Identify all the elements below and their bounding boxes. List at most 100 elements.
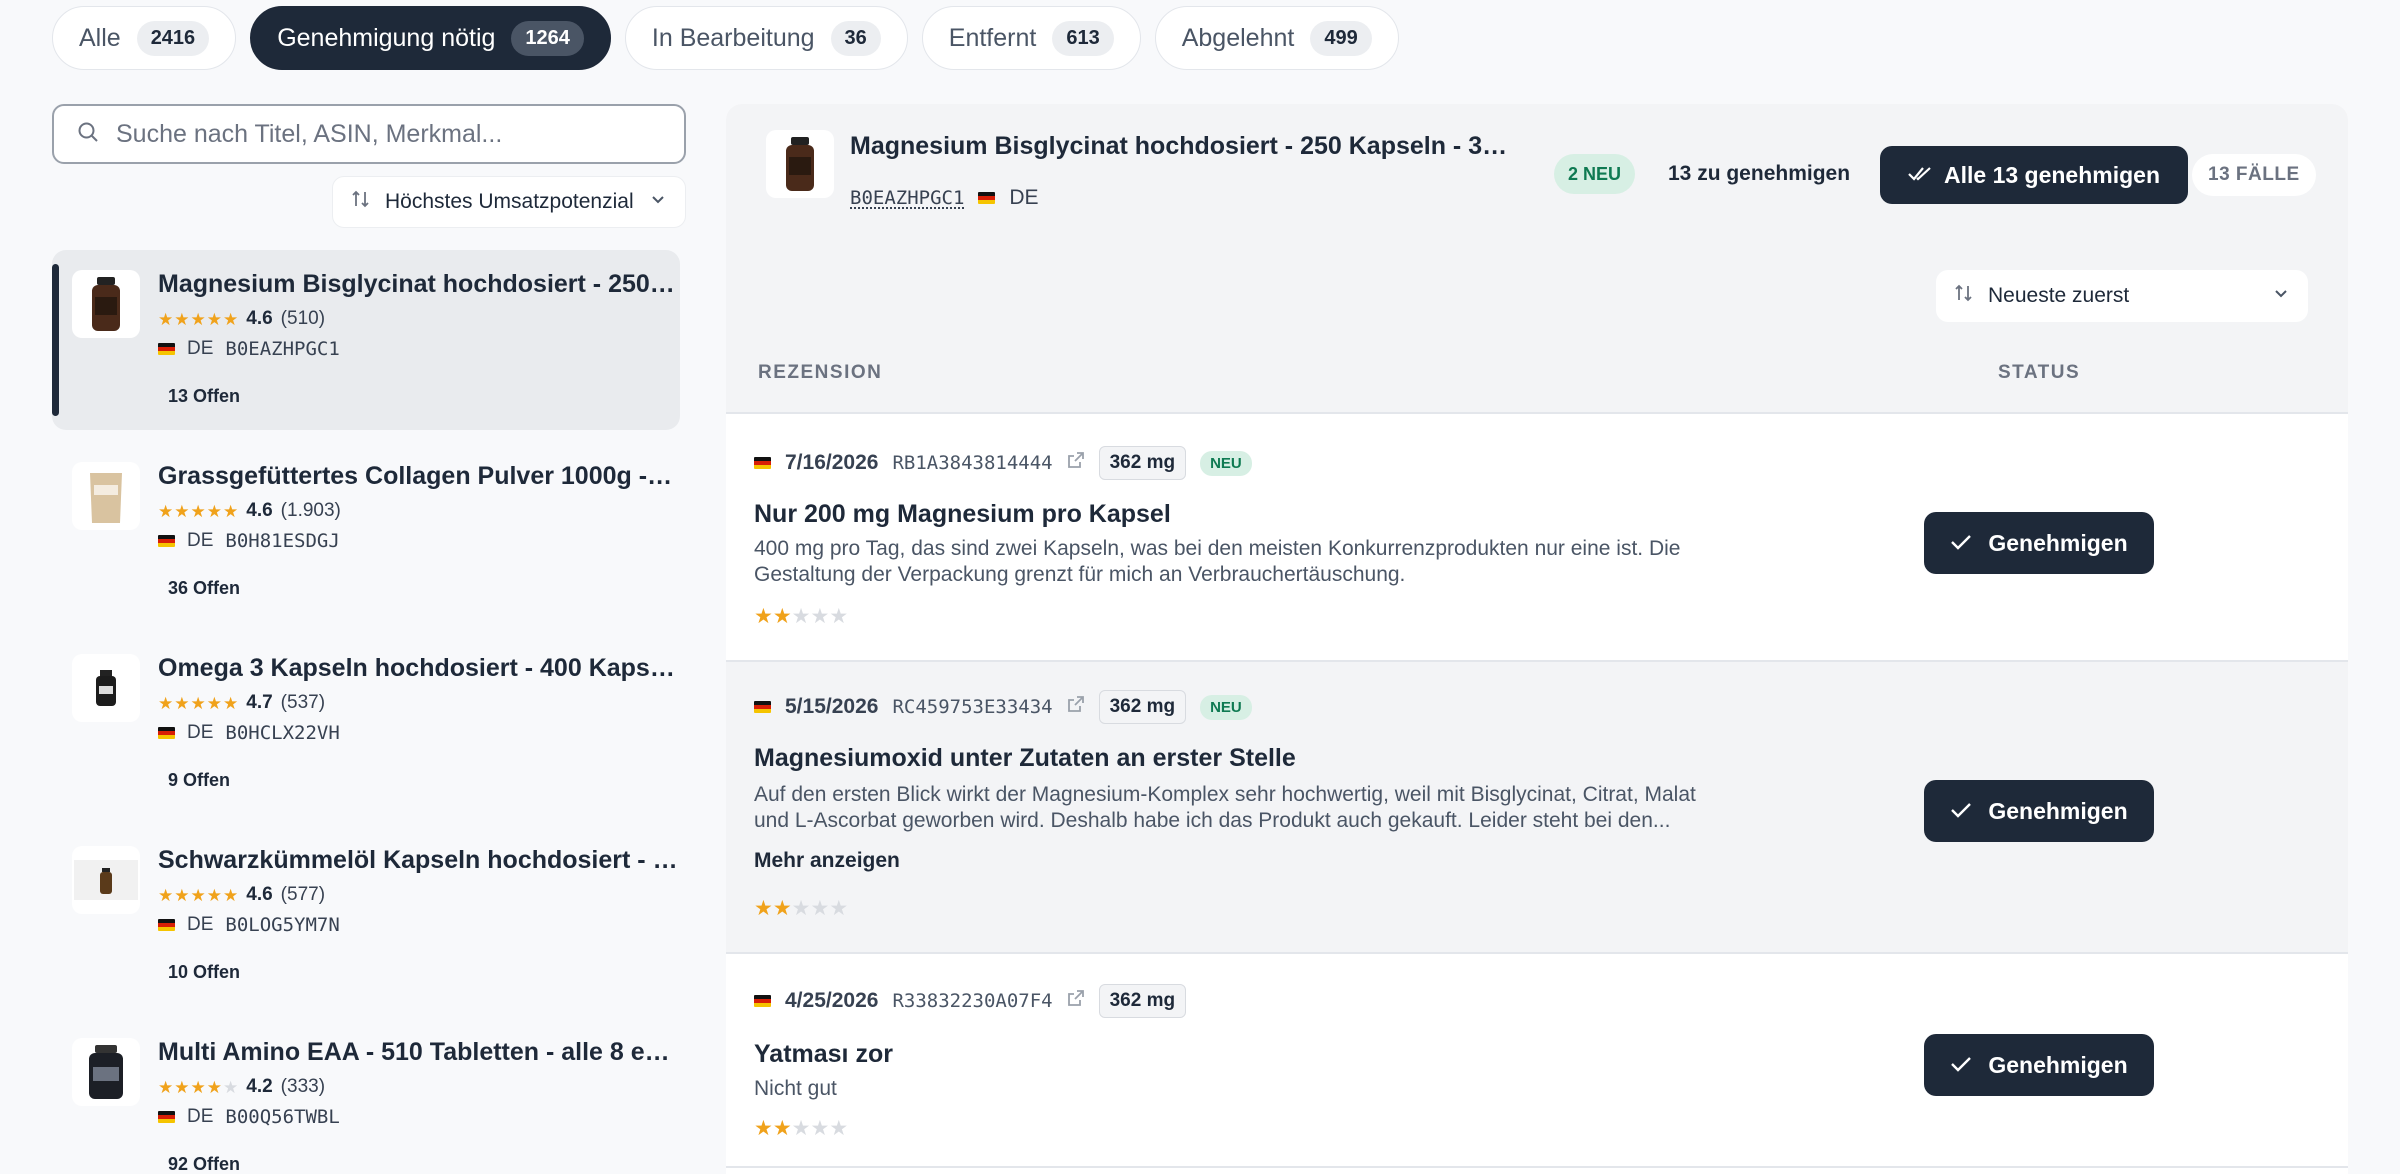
review-meta: 5/15/2026 RC459753E33434 362 mg NEU bbox=[754, 690, 1252, 724]
product-title: Grassgefüttertes Collagen Pulver 1000g -… bbox=[158, 462, 678, 491]
product-item[interactable]: Grassgefüttertes Collagen Pulver 1000g -… bbox=[52, 442, 680, 622]
product-thumbnail bbox=[72, 270, 140, 338]
chevron-down-icon bbox=[2272, 284, 2290, 308]
product-title: Omega 3 Kapseln hochdosiert - 400 Kapsel… bbox=[158, 654, 678, 683]
approve-all-label: Alle 13 genehmigen bbox=[1944, 162, 2160, 189]
search-box bbox=[52, 104, 686, 164]
approve-button[interactable]: Genehmigen bbox=[1924, 1034, 2154, 1096]
review-table-header: Neueste zuerst REZENSION STATUS bbox=[726, 250, 2348, 414]
check-icon bbox=[1950, 530, 1972, 557]
review-id: R33832230A07F4 bbox=[892, 990, 1052, 1012]
review-meta: 4/25/2026 R33832230A07F4 362 mg bbox=[754, 984, 1186, 1018]
country-code: DE bbox=[1009, 186, 1038, 210]
review-stars: ★★★★★ bbox=[754, 1118, 848, 1140]
rating-count: (577) bbox=[281, 884, 325, 906]
external-link-icon[interactable] bbox=[1067, 451, 1085, 475]
variant-badge: 362 mg bbox=[1099, 690, 1186, 724]
rating-value: 4.7 bbox=[246, 692, 272, 714]
product-meta: DE B00Q56TWBL bbox=[158, 1106, 340, 1128]
column-header-review: REZENSION bbox=[758, 362, 882, 384]
product-meta: DE B0HCLX22VH bbox=[158, 722, 340, 744]
flag-de-icon bbox=[754, 701, 771, 713]
product-rating: ★ ★ ★ ★ ★ 4.7 (537) bbox=[158, 692, 325, 714]
rating-stars: ★ ★ ★ ★ ★ bbox=[158, 887, 238, 904]
detail-meta: B0EAZHPGC1 DE bbox=[850, 186, 1039, 210]
review-text: Auf den ersten Blick wirkt der Magnesium… bbox=[754, 782, 1714, 834]
flag-de-icon bbox=[754, 457, 771, 469]
flag-de-icon bbox=[158, 1111, 175, 1123]
detail-title: Magnesium Bisglycinat hochdosiert - 250 … bbox=[850, 132, 1510, 161]
column-header-status: STATUS bbox=[1998, 362, 2080, 384]
tab-alle[interactable]: Alle 2416 bbox=[52, 6, 236, 70]
rating-count: (1.903) bbox=[281, 500, 341, 522]
chevron-down-icon bbox=[649, 190, 667, 214]
rating-value: 4.6 bbox=[246, 884, 272, 906]
tab-label: Alle bbox=[79, 24, 121, 53]
tab-in-bearbeitung[interactable]: In Bearbeitung 36 bbox=[625, 6, 908, 70]
tab-abgelehnt[interactable]: Abgelehnt 499 bbox=[1155, 6, 1399, 70]
flag-de-icon bbox=[158, 535, 175, 547]
product-thumbnail bbox=[766, 130, 834, 198]
detail-asin[interactable]: B0EAZHPGC1 bbox=[850, 187, 964, 209]
product-item[interactable]: Schwarzkümmelöl Kapseln hochdosiert - 40… bbox=[52, 826, 680, 1006]
approve-all-button[interactable]: Alle 13 genehmigen bbox=[1880, 146, 2188, 204]
show-more-link[interactable]: Mehr anzeigen bbox=[754, 849, 900, 873]
sort-label: Neueste zuerst bbox=[1988, 284, 2129, 308]
variant-badge: 362 mg bbox=[1099, 446, 1186, 480]
review-row: 7/16/2026 RB1A3843814444 362 mg NEU Nur … bbox=[726, 416, 2348, 662]
flag-de-icon bbox=[754, 995, 771, 1007]
review-stars: ★★★★★ bbox=[754, 606, 848, 628]
rating-stars: ★ ★ ★ ★ ★ bbox=[158, 695, 238, 712]
approve-label: Genehmigen bbox=[1988, 1052, 2127, 1079]
external-link-icon[interactable] bbox=[1067, 695, 1085, 719]
flag-de-icon bbox=[158, 343, 175, 355]
approve-button[interactable]: Genehmigen bbox=[1924, 512, 2154, 574]
external-link-icon[interactable] bbox=[1067, 989, 1085, 1013]
flag-de-icon bbox=[158, 919, 175, 931]
asin: B0H81ESDGJ bbox=[225, 530, 339, 552]
product-item[interactable]: Multi Amino EAA - 510 Tabletten - alle 8… bbox=[52, 1018, 680, 1174]
product-sort-select[interactable]: Höchstes Umsatzpotenzial bbox=[332, 176, 686, 228]
rating-count: (510) bbox=[281, 308, 325, 330]
product-thumbnail bbox=[72, 846, 140, 914]
tab-genehmigung-noetig[interactable]: Genehmigung nötig 1264 bbox=[250, 6, 611, 70]
review-date: 5/15/2026 bbox=[785, 695, 878, 719]
check-icon bbox=[1950, 798, 1972, 825]
country-code: DE bbox=[187, 722, 213, 744]
rating-stars: ★ ★ ★ ★ ★ bbox=[158, 1079, 238, 1096]
approve-label: Genehmigen bbox=[1988, 798, 2127, 825]
review-row: 5/15/2026 RC459753E33434 362 mg NEU Magn… bbox=[726, 662, 2348, 954]
rating-value: 4.6 bbox=[246, 500, 272, 522]
tab-entfernt[interactable]: Entfernt 613 bbox=[922, 6, 1141, 70]
rating-value: 4.6 bbox=[246, 308, 272, 330]
approve-button[interactable]: Genehmigen bbox=[1924, 780, 2154, 842]
approve-label: Genehmigen bbox=[1988, 530, 2127, 557]
search-input[interactable] bbox=[116, 120, 676, 149]
tab-label: In Bearbeitung bbox=[652, 24, 815, 53]
tab-label: Abgelehnt bbox=[1182, 24, 1295, 53]
tab-count: 1264 bbox=[511, 21, 584, 56]
asin: B0LOG5YM7N bbox=[225, 914, 339, 936]
asin: B00Q56TWBL bbox=[225, 1106, 339, 1128]
open-count: 9 Offen bbox=[168, 770, 230, 791]
tab-count: 36 bbox=[831, 21, 881, 56]
product-title: Schwarzkümmelöl Kapseln hochdosiert - 40… bbox=[158, 846, 678, 875]
product-title: Magnesium Bisglycinat hochdosiert - 250 … bbox=[158, 270, 678, 299]
tab-count: 613 bbox=[1052, 21, 1113, 56]
status-tabs: Alle 2416 Genehmigung nötig 1264 In Bear… bbox=[52, 6, 1399, 70]
product-list: Magnesium Bisglycinat hochdosiert - 250 … bbox=[52, 250, 680, 1174]
cases-badge: 13 FÄLLE bbox=[2192, 154, 2316, 196]
product-rating: ★ ★ ★ ★ ★ 4.2 (333) bbox=[158, 1076, 325, 1098]
review-date: 7/16/2026 bbox=[785, 451, 878, 475]
sort-icon bbox=[351, 189, 371, 215]
product-thumbnail bbox=[72, 1038, 140, 1106]
new-badge: NEU bbox=[1200, 695, 1252, 720]
product-item[interactable]: Omega 3 Kapseln hochdosiert - 400 Kapsel… bbox=[52, 634, 680, 814]
product-thumbnail bbox=[72, 654, 140, 722]
product-item[interactable]: Magnesium Bisglycinat hochdosiert - 250 … bbox=[52, 250, 680, 430]
asin: B0EAZHPGC1 bbox=[225, 338, 339, 360]
product-rating: ★ ★ ★ ★ ★ 4.6 (577) bbox=[158, 884, 325, 906]
country-code: DE bbox=[187, 530, 213, 552]
review-panel: Magnesium Bisglycinat hochdosiert - 250 … bbox=[726, 104, 2348, 1174]
review-sort-select[interactable]: Neueste zuerst bbox=[1936, 270, 2308, 322]
